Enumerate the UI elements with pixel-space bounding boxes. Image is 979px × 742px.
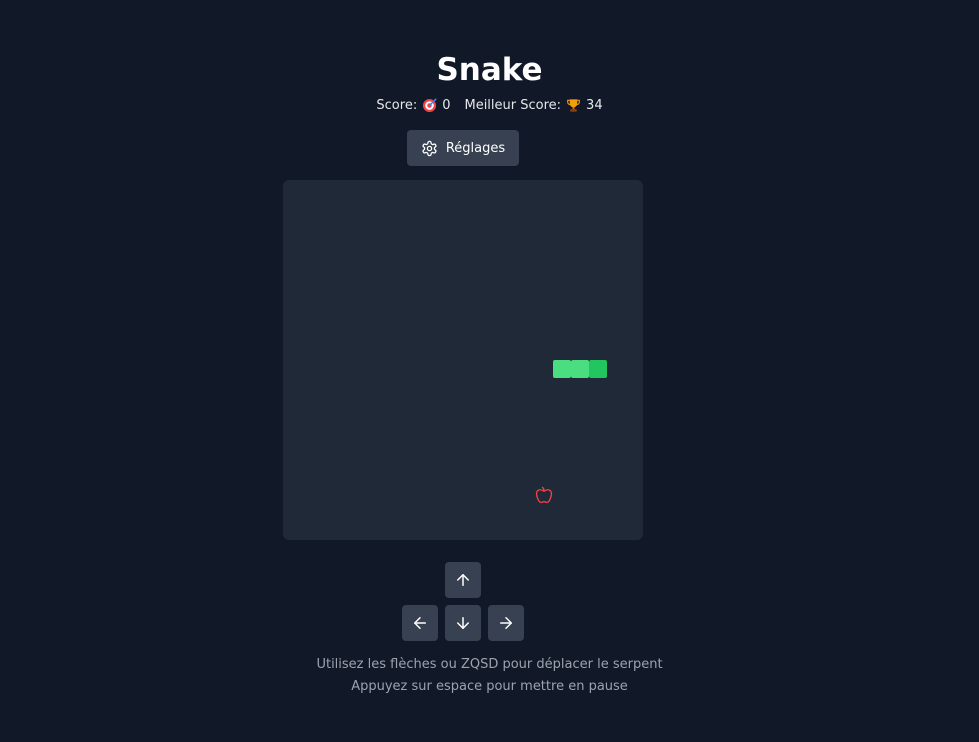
settings-button-label: Réglages (445, 140, 506, 156)
instructions-line-1: Utilisez les flèches ou ZQSD pour déplac… (316, 657, 663, 672)
arrow-down-icon (454, 614, 472, 632)
gear-icon (421, 140, 438, 157)
move-right-button[interactable] (488, 605, 524, 641)
score-bar: Score: 0 Meilleur Score: 34 (0, 95, 979, 115)
score-value: 0 (442, 97, 451, 113)
best-score-label: Meilleur Score: (464, 97, 562, 113)
score-label: Score: (376, 97, 418, 113)
arrow-right-icon (497, 614, 515, 632)
apple-icon (535, 486, 553, 504)
arrow-up-icon (454, 571, 472, 589)
snake-segment (571, 360, 589, 378)
snake-segment (553, 360, 571, 378)
best-score-value: 34 (586, 97, 603, 113)
arrow-left-icon (411, 614, 429, 632)
best-score: Meilleur Score: 34 (464, 98, 602, 113)
game-title: Snake (436, 52, 543, 88)
instructions-line-2: Appuyez sur espace pour mettre en pause (351, 679, 628, 694)
target-icon (422, 97, 437, 113)
move-down-button[interactable] (445, 605, 481, 641)
current-score: Score: 0 (376, 98, 450, 113)
snake-head (589, 360, 607, 378)
game-board[interactable] (283, 180, 643, 540)
trophy-icon (566, 98, 581, 113)
game-page: Snake Score: 0 Meilleur Score: 34 Réglag… (0, 0, 979, 742)
move-up-button[interactable] (445, 562, 481, 598)
move-left-button[interactable] (402, 605, 438, 641)
settings-button[interactable]: Réglages (407, 130, 519, 166)
